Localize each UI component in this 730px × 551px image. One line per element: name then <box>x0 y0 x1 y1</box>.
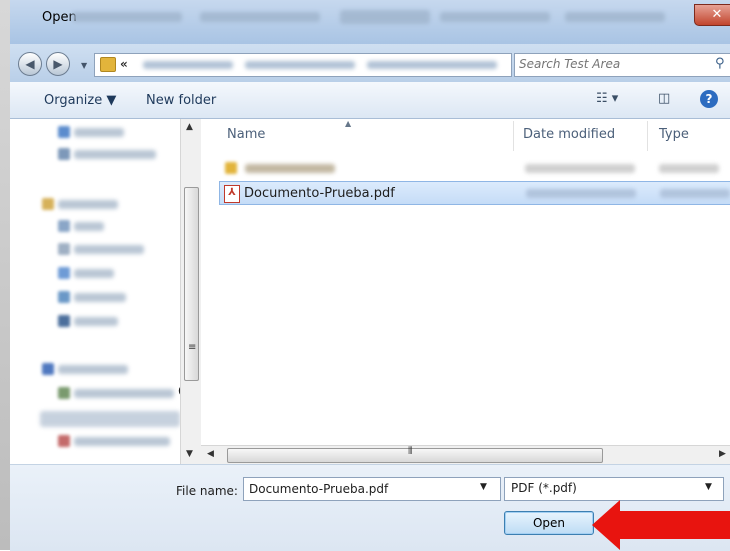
red-pointer-arrow-icon <box>592 500 730 550</box>
forward-arrow-icon: ▶ <box>53 57 63 71</box>
grip-icon: ⦀ <box>408 446 413 457</box>
pictures-icon <box>58 291 70 303</box>
chevron-down-icon[interactable]: ▼ <box>705 482 712 492</box>
recent-places-icon <box>58 148 70 160</box>
open-button[interactable]: Open <box>504 511 594 535</box>
navigation-pane <box>10 119 198 464</box>
blurred-date <box>525 164 635 173</box>
file-name-label: File name: <box>176 484 238 498</box>
blurred-nav-item[interactable] <box>74 269 114 278</box>
column-header-name[interactable]: Name <box>227 127 265 142</box>
blurred-nav-item[interactable] <box>74 389 174 398</box>
close-button[interactable]: ✕ <box>694 4 730 26</box>
library-item-icon <box>58 220 70 232</box>
sort-ascending-icon: ▲ <box>345 119 352 128</box>
blurred-background-region <box>340 10 430 24</box>
blurred-background-region <box>565 12 665 22</box>
favorites-icon <box>58 126 70 138</box>
blurred-background-region <box>200 12 320 22</box>
computer-icon <box>42 363 54 375</box>
organize-menu[interactable]: Organize ▼ <box>44 93 116 108</box>
forward-button[interactable]: ▶ <box>46 52 70 76</box>
documents-icon <box>58 243 70 255</box>
scroll-left-icon[interactable]: ◀ <box>207 449 214 459</box>
libraries-icon <box>42 198 54 210</box>
view-options-icon[interactable]: ☷ ▾ <box>596 91 618 106</box>
blurred-nav-item[interactable] <box>58 365 128 374</box>
address-field[interactable]: « ▼ ⟲ <box>94 53 581 77</box>
drive-icon <box>58 387 70 399</box>
search-box[interactable]: ⚲ <box>514 53 730 77</box>
scroll-right-icon[interactable]: ▶ <box>719 449 726 459</box>
blurred-nav-item[interactable] <box>74 293 126 302</box>
file-list-horizontal-scrollbar[interactable]: ◀ ⦀ ▶ <box>201 445 730 464</box>
column-header-date-modified[interactable]: Date modified <box>523 127 615 142</box>
blurred-nav-item[interactable] <box>74 128 124 137</box>
network-drive-icon <box>58 435 70 447</box>
breadcrumb-overflow[interactable]: « <box>120 57 128 71</box>
blurred-type <box>660 189 730 198</box>
file-name-input[interactable] <box>249 481 469 497</box>
recent-pages-dropdown-icon[interactable]: ▼ <box>81 61 87 70</box>
blurred-nav-item[interactable] <box>58 200 118 209</box>
blurred-folder-name <box>245 164 335 173</box>
grip-icon: ≡ <box>188 342 197 353</box>
file-name: Documento-Prueba.pdf <box>244 186 395 201</box>
address-bar-row: ◀ ▶ ▼ « ▼ ⟲ ⚲ <box>10 44 730 82</box>
blurred-background-region <box>72 12 182 22</box>
blurred-date <box>526 189 636 198</box>
scroll-thumb[interactable]: ≡ <box>184 187 199 381</box>
horizontal-scroll-thumb[interactable]: ⦀ <box>227 446 603 463</box>
back-arrow-icon: ◀ <box>25 57 35 71</box>
title-bar: Open ✕ <box>10 0 730 44</box>
videos-icon <box>58 315 70 327</box>
blurred-path-segment <box>367 61 497 69</box>
blurred-nav-item[interactable] <box>74 222 104 231</box>
file-list-pane: ▲ Name Date modified Type ⅄ Documento-Pr… <box>201 119 730 449</box>
column-divider[interactable] <box>513 121 514 151</box>
folder-icon <box>225 162 237 174</box>
file-type-value: PDF (*.pdf) <box>511 481 577 495</box>
preview-pane-icon[interactable]: ◫ <box>658 91 670 106</box>
back-button[interactable]: ◀ <box>18 52 42 76</box>
chevron-down-icon[interactable]: ▼ <box>480 482 487 492</box>
search-icon[interactable]: ⚲ <box>715 56 725 71</box>
column-header-type[interactable]: Type <box>659 127 689 142</box>
blurred-nav-item[interactable] <box>74 245 144 254</box>
open-file-dialog: Open ✕ ◀ ▶ ▼ « ▼ ⟲ ⚲ Organize ▼ New fold <box>0 0 730 551</box>
search-input[interactable] <box>519 56 709 72</box>
command-toolbar: Organize ▼ New folder ☷ ▾ ◫ ? <box>10 82 730 119</box>
help-icon[interactable]: ? <box>700 90 718 108</box>
blurred-background-region <box>440 12 550 22</box>
folder-icon <box>100 57 116 72</box>
scroll-down-icon[interactable]: ▼ <box>186 449 193 459</box>
blurred-nav-item[interactable] <box>74 317 118 326</box>
music-icon <box>58 267 70 279</box>
column-divider[interactable] <box>647 121 648 151</box>
new-folder-button[interactable]: New folder <box>146 93 216 108</box>
blurred-path-segment <box>245 61 355 69</box>
scroll-up-icon[interactable]: ▲ <box>186 122 193 132</box>
folder-row[interactable] <box>219 157 730 179</box>
file-type-select[interactable]: PDF (*.pdf) ▼ <box>504 477 724 501</box>
navigation-scrollbar[interactable]: ▲ ≡ ▼ <box>180 119 201 464</box>
blurred-path-segment <box>143 61 233 69</box>
blurred-type <box>659 164 719 173</box>
close-icon: ✕ <box>711 7 723 22</box>
blurred-nav-item[interactable] <box>74 150 156 159</box>
arrow-shape <box>592 500 730 550</box>
pdf-icon: ⅄ <box>224 185 240 203</box>
blurred-nav-item[interactable] <box>74 437 170 446</box>
file-name-combobox[interactable]: ▼ <box>243 477 501 501</box>
blurred-nav-item[interactable] <box>40 411 180 427</box>
file-row-selected[interactable]: ⅄ Documento-Prueba.pdf <box>219 181 730 205</box>
